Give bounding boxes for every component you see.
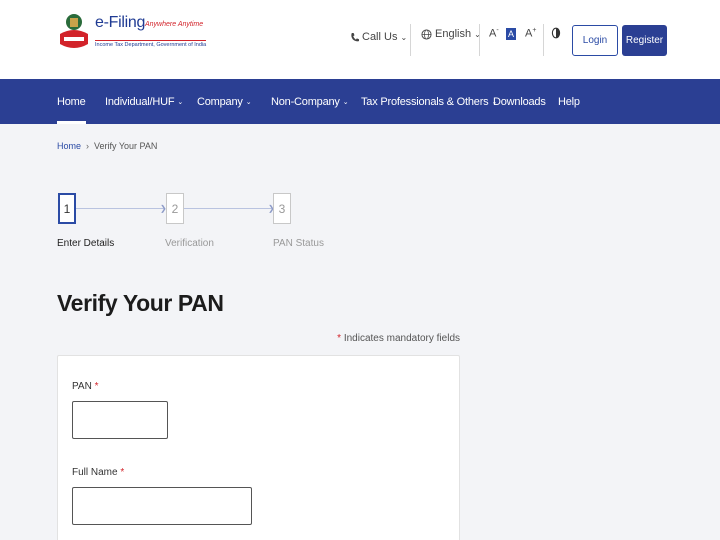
nav-individual-huf[interactable]: Individual/HUF ⌄ bbox=[105, 79, 183, 124]
breadcrumb: Home › Verify Your PAN bbox=[57, 141, 157, 151]
nav-home-label: Home bbox=[57, 95, 86, 108]
main-nav: Home Individual/HUF ⌄ Company ⌄ Non-Compan… bbox=[0, 79, 720, 124]
pan-label: PAN * bbox=[72, 381, 99, 392]
step-connector bbox=[76, 208, 164, 209]
pan-input[interactable] bbox=[72, 401, 168, 439]
breadcrumb-separator: › bbox=[86, 141, 90, 151]
full-name-label: Full Name * bbox=[72, 467, 124, 478]
call-us-label: Call Us bbox=[362, 31, 398, 43]
mandatory-note-text: Indicates mandatory fields bbox=[343, 333, 460, 344]
nav-individual-huf-label: Individual/HUF bbox=[105, 95, 175, 108]
font-normal-button[interactable]: A bbox=[506, 28, 516, 40]
efiling-logo[interactable]: e-Filing Anywhere Anytime Income Tax Dep… bbox=[57, 10, 207, 56]
nav-downloads-label: Downloads bbox=[493, 95, 546, 108]
required-star: * bbox=[337, 333, 342, 344]
nav-help-label: Help bbox=[558, 95, 580, 108]
step-1-indicator: 1 bbox=[58, 193, 76, 224]
nav-company[interactable]: Company ⌄ bbox=[197, 79, 252, 124]
call-us-dropdown[interactable]: Call Us ⌄ bbox=[350, 31, 407, 43]
emblem-icon bbox=[60, 14, 88, 48]
chevron-down-icon: ⌄ bbox=[245, 98, 252, 106]
nav-company-label: Company bbox=[197, 95, 243, 108]
logo-tagline: Anywhere Anytime bbox=[145, 21, 204, 28]
header-divider bbox=[410, 24, 411, 56]
nav-non-company[interactable]: Non-Company ⌄ bbox=[271, 79, 349, 124]
globe-icon bbox=[421, 28, 432, 40]
chevron-down-icon: ⌄ bbox=[177, 98, 184, 106]
phone-icon bbox=[351, 32, 359, 41]
step-2-indicator: 2 bbox=[166, 193, 184, 224]
step-connector bbox=[184, 208, 272, 209]
font-decrease-button[interactable]: A- bbox=[489, 27, 499, 40]
logo-subtitle: Income Tax Department, Government of Ind… bbox=[95, 40, 207, 48]
pan-label-text: PAN bbox=[72, 381, 92, 392]
header-divider bbox=[543, 24, 544, 56]
nav-tax-professionals[interactable]: Tax Professionals & Others ⌄ bbox=[361, 79, 497, 124]
full-name-input[interactable] bbox=[72, 487, 252, 525]
nav-downloads[interactable]: Downloads bbox=[493, 79, 546, 124]
step-2-label: Verification bbox=[165, 238, 214, 249]
top-header: e-Filing Anywhere Anytime Income Tax Dep… bbox=[0, 0, 720, 79]
step-3-indicator: 3 bbox=[273, 193, 291, 224]
required-star: * bbox=[120, 467, 125, 478]
page-title: Verify Your PAN bbox=[57, 290, 224, 316]
language-dropdown[interactable]: English ⌄ bbox=[421, 28, 481, 40]
nav-home[interactable]: Home bbox=[57, 79, 86, 124]
full-name-label-text: Full Name bbox=[72, 467, 118, 478]
nav-non-company-label: Non-Company bbox=[271, 95, 340, 108]
header-divider bbox=[479, 24, 480, 56]
nav-help[interactable]: Help bbox=[558, 79, 580, 124]
nav-tax-professionals-label: Tax Professionals & Others bbox=[361, 95, 489, 108]
logo-title: e-Filing bbox=[95, 14, 146, 31]
verify-pan-form: PAN * Full Name * bbox=[57, 355, 460, 540]
font-increase-button[interactable]: A+ bbox=[525, 27, 536, 40]
breadcrumb-current: Verify Your PAN bbox=[94, 141, 158, 151]
step-3-label: PAN Status bbox=[273, 238, 324, 249]
chevron-down-icon: ⌄ bbox=[400, 32, 408, 42]
login-button[interactable]: Login bbox=[572, 25, 618, 56]
contrast-icon[interactable] bbox=[551, 27, 561, 39]
language-label: English bbox=[435, 28, 472, 40]
mandatory-fields-note: * Indicates mandatory fields bbox=[337, 333, 460, 344]
breadcrumb-home-link[interactable]: Home bbox=[57, 141, 81, 151]
chevron-down-icon: ⌄ bbox=[342, 98, 349, 106]
register-button[interactable]: Register bbox=[622, 25, 667, 56]
required-star: * bbox=[94, 381, 99, 392]
step-1-label: Enter Details bbox=[57, 238, 115, 249]
